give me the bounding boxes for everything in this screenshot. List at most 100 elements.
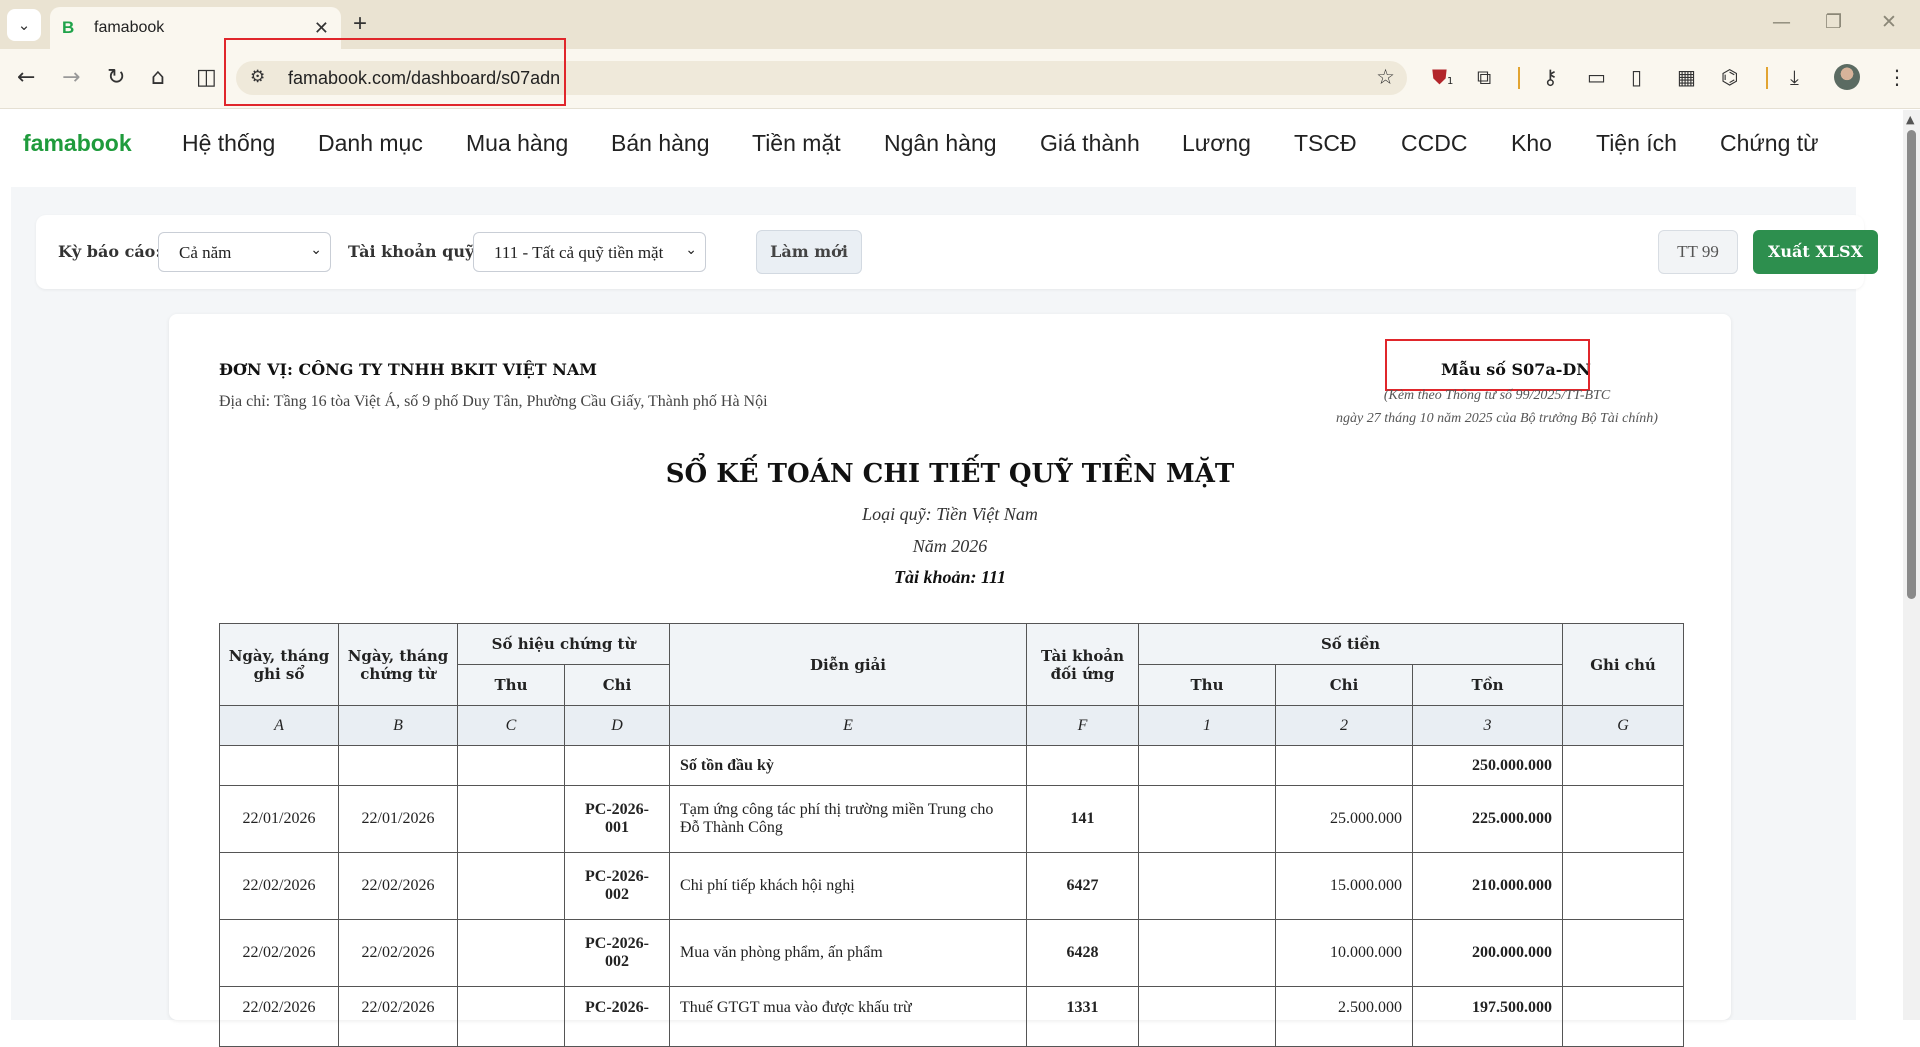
back-icon[interactable]: ←	[17, 65, 35, 90]
menu-danh-muc[interactable]: Danh mục	[318, 130, 423, 157]
menu-chung-tu[interactable]: Chứng từ	[1720, 130, 1819, 157]
table-row: 22/02/2026 22/02/2026 PC-2026-002 Mua vă…	[219, 919, 1685, 987]
vertical-scrollbar[interactable]: ▲	[1903, 110, 1920, 1020]
favicon-icon: B	[62, 18, 75, 37]
close-icon[interactable]: ✕	[314, 18, 329, 39]
restore-icon[interactable]: ❐	[1825, 11, 1842, 33]
period-select[interactable]: Cả năm ⌄	[158, 232, 331, 272]
col-amount: Số tiền	[1138, 623, 1564, 665]
cell-doc-no-in	[457, 986, 565, 1047]
account-select-value: 111 - Tất cả quỹ tiền mặt	[494, 243, 664, 262]
chevron-down-icon: ⌄	[685, 243, 697, 258]
puzzle-icon[interactable]: ⧉	[1477, 65, 1491, 89]
col-doc-no-in: Thu	[457, 664, 565, 706]
brand-logo[interactable]: famabook	[23, 130, 132, 157]
letter-cell: E	[669, 705, 1028, 746]
cell-contra: 1331	[1026, 986, 1140, 1047]
cell-description: Chi phí tiếp khách hội nghị	[669, 852, 1028, 920]
key-icon[interactable]: ⚷	[1543, 65, 1558, 89]
letter-cell: D	[563, 705, 671, 746]
tab-groups-icon[interactable]: ▦	[1677, 65, 1696, 89]
menu-ccdc[interactable]: CCDC	[1401, 130, 1467, 157]
close-window-icon[interactable]: ✕	[1881, 11, 1897, 33]
cell-balance: 210.000.000	[1412, 852, 1564, 920]
ledger-table: Ngày, tháng ghi sổ Ngày, tháng chứng từ …	[219, 623, 1685, 1047]
reload-icon[interactable]: ↻	[107, 65, 125, 90]
url-highlight-box	[224, 38, 566, 106]
cell-balance: 225.000.000	[1412, 785, 1564, 853]
ledger-account: Tài khoản: 111	[893, 567, 1007, 587]
cell-doc-no-out: PC-2026-002	[563, 852, 671, 920]
menu-kho[interactable]: Kho	[1511, 130, 1552, 157]
cell-record-date: 22/02/2026	[219, 919, 339, 987]
cell-doc-no-in	[457, 852, 565, 920]
export-xlsx-button[interactable]: Xuất XLSX	[1753, 230, 1878, 274]
menu-he-thong[interactable]: Hệ thống	[182, 130, 275, 157]
report-year: Năm 2026	[912, 536, 988, 556]
cell-description: Thuế GTGT mua vào được khấu trừ	[669, 986, 1028, 1047]
download-icon[interactable]: ⤓	[1790, 65, 1799, 89]
cell-doc-no-in	[457, 785, 565, 853]
account-select[interactable]: 111 - Tất cả quỹ tiền mặt ⌄	[473, 232, 706, 272]
table-row: 22/02/2026 22/02/2026 PC-2026- Thuế GTGT…	[219, 986, 1685, 1047]
cell-description: Tạm ứng công tác phí thị trường miền Tru…	[669, 785, 1028, 853]
cell-balance: 200.000.000	[1412, 919, 1564, 987]
cell-amount-out: 2.500.000	[1275, 986, 1414, 1047]
extension-shield-icon[interactable]: ⛊1	[1432, 65, 1453, 89]
menu-mua-hang[interactable]: Mua hàng	[466, 130, 568, 157]
circular-tt99-button[interactable]: TT 99	[1658, 230, 1738, 274]
plus-icon[interactable]: +	[353, 10, 367, 38]
cell-record-date: 22/02/2026	[219, 852, 339, 920]
menu-ngan-hang[interactable]: Ngân hàng	[884, 130, 997, 157]
letter-cell: B	[338, 705, 458, 746]
menu-tien-ich[interactable]: Tiện ích	[1596, 130, 1677, 157]
col-record-date: Ngày, tháng ghi sổ	[219, 623, 339, 706]
cell-contra: 141	[1026, 785, 1140, 853]
toolbar-separator	[1518, 67, 1520, 89]
cell-note	[1562, 919, 1685, 987]
home-icon[interactable]: ⌂	[151, 65, 165, 90]
avatar[interactable]	[1834, 64, 1860, 90]
form-note-line-1: (Kèm theo Thông tư số 99/2025/TT-BTC	[1383, 388, 1611, 403]
period-select-value: Cả năm	[179, 243, 232, 262]
split-view-icon[interactable]: ◫	[196, 65, 217, 90]
company-unit: ĐƠN VỊ: CÔNG TY TNHH BKIT VIỆT NAM	[219, 360, 597, 379]
card-icon[interactable]: ▭	[1587, 65, 1606, 89]
cell-note	[1562, 785, 1685, 853]
more-icon[interactable]: ⋮	[1887, 65, 1907, 89]
scroll-up-icon[interactable]: ▲	[1906, 113, 1914, 126]
cell-amount-in	[1138, 986, 1277, 1047]
menu-ban-hang[interactable]: Bán hàng	[611, 130, 709, 157]
bookmark-star-icon[interactable]: ☆	[1376, 65, 1395, 89]
menu-gia-thanh[interactable]: Giá thành	[1040, 130, 1140, 157]
opening-balance-row: Số tồn đầu kỳ 250.000.000	[219, 745, 1685, 786]
cell-balance: 197.500.000	[1412, 986, 1564, 1047]
scrollbar-thumb[interactable]	[1907, 130, 1916, 599]
app-navbar: famabook Hệ thống Danh mục Mua hàng Bán …	[0, 110, 1900, 185]
cell-note	[1562, 852, 1685, 920]
tab-title: famabook	[94, 19, 165, 36]
column-letter-row: A B C D E F 1 2 3 G	[219, 705, 1685, 746]
minimize-icon[interactable]: —	[1772, 11, 1791, 33]
refresh-button[interactable]: Làm mới	[756, 230, 862, 274]
tab-search-icon[interactable]: ⌄	[7, 9, 41, 41]
cell-doc-date: 22/02/2026	[338, 919, 458, 987]
cell-note	[1562, 986, 1685, 1047]
cell-amount-out: 15.000.000	[1275, 852, 1414, 920]
forward-icon[interactable]: →	[62, 65, 80, 90]
letter-cell: 2	[1275, 705, 1414, 746]
menu-luong[interactable]: Lương	[1182, 130, 1251, 157]
cell-amount-in	[1138, 852, 1277, 920]
col-balance: Tồn	[1412, 664, 1564, 706]
letter-cell: 1	[1138, 705, 1277, 746]
account-label: Tài khoản quỹ:	[348, 242, 481, 261]
cell-description: Mua văn phòng phẩm, ấn phẩm	[669, 919, 1028, 987]
reading-list-icon[interactable]: ▯	[1631, 65, 1642, 89]
col-description: Diễn giải	[669, 623, 1028, 706]
cell-amount-in	[1138, 785, 1277, 853]
incognito-icon[interactable]: ⌬	[1721, 65, 1738, 89]
letter-cell: G	[1562, 705, 1685, 746]
col-amount-in: Thu	[1138, 664, 1277, 706]
menu-tien-mat[interactable]: Tiền mặt	[752, 130, 841, 157]
menu-tscd[interactable]: TSCĐ	[1294, 130, 1357, 157]
